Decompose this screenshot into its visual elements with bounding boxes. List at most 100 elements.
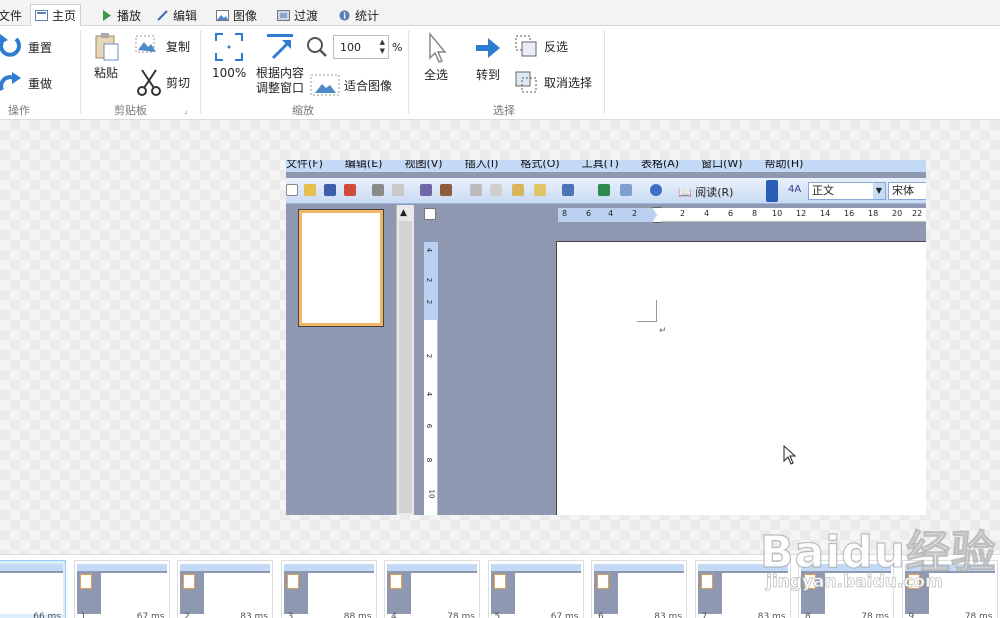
frame-thumbnail — [180, 564, 270, 614]
thumb-page — [514, 573, 581, 614]
magnifier-icon[interactable] — [306, 36, 328, 58]
thumb-page-preview — [390, 574, 402, 589]
filmstrip-frame[interactable]: 6 83 ms — [591, 560, 687, 618]
select-group-label: 选择 — [493, 104, 515, 117]
image-canvas[interactable]: 文件(F) 编辑(E) 视图(V) 插入(I) 格式(O) 工具(T) 表格(A) 窗口(W)… — [0, 120, 1000, 554]
filmstrip-frame[interactable]: 1 67 ms — [73, 560, 170, 618]
thumb-page — [411, 573, 477, 614]
tab-home-label: 主页 — [52, 9, 77, 23]
zoom-value: 100 — [340, 40, 361, 54]
zoom-100-button[interactable]: 100% — [212, 32, 246, 81]
font-value: 宋体 — [892, 184, 914, 197]
thumb-page — [825, 573, 891, 614]
filmstrip-frame[interactable]: 7 83 ms — [694, 560, 791, 618]
thumb-toolbar — [76, 564, 167, 571]
filmstrip-frame[interactable]: 3 88 ms — [280, 560, 377, 618]
right-arrow-icon — [476, 38, 500, 58]
thumb-page-preview — [79, 574, 92, 589]
group-divider — [408, 30, 409, 114]
font-dropdown: 宋体 — [888, 182, 926, 200]
fit-image-button[interactable]: 适合图像 — [310, 74, 392, 96]
zoom-spinbox[interactable]: 100 ▲ ▼ — [333, 35, 389, 59]
filmstrip-frame[interactable]: 2 83 ms — [177, 560, 273, 618]
tab-edit[interactable]: 编辑 — [152, 4, 201, 26]
goto-label: 转到 — [475, 68, 500, 82]
ruler-number: 12 — [796, 209, 807, 218]
word-menu-item: 视图(V) — [404, 160, 443, 170]
deselect-label: 取消选择 — [544, 75, 593, 90]
spin-arrows-icon[interactable]: ▲ ▼ — [380, 38, 385, 56]
goto-button[interactable]: 转到 — [474, 32, 502, 83]
ops-group-label: 操作 — [8, 104, 30, 117]
redo-button[interactable]: 重做 — [0, 70, 52, 96]
zoom-100-label: 100% — [212, 66, 247, 80]
copy-image-icon — [135, 35, 156, 53]
help-icon — [650, 184, 662, 196]
cut-button[interactable]: 剪切 — [136, 68, 190, 96]
ribbon-panel: 重置 重做 操作 粘贴 复制 剪切 剪贴板 ⌟ 100% 根据内容 调整窗口 1… — [0, 26, 1000, 120]
frame-duration: 83 ms — [240, 612, 268, 618]
horizontal-ruler: 8 6 4 2 2 4 6 8 10 12 14 16 18 20 22 — [558, 207, 926, 223]
paragraph-mark: ↵ — [659, 326, 667, 336]
frame-thumbnail — [490, 564, 581, 614]
read-label: 阅读(R) — [695, 186, 734, 199]
frame-thumbnail — [801, 564, 891, 614]
tab-stats[interactable]: 统计 — [334, 4, 383, 26]
tab-image[interactable]: 图像 — [212, 4, 261, 26]
clipboard-expand-icon[interactable]: ⌟ — [184, 106, 188, 115]
thumb-page-preview — [700, 574, 713, 589]
tab-stop-selector — [424, 208, 436, 220]
tab-transition[interactable]: 过渡 — [273, 4, 322, 26]
frame-index: 3 — [287, 612, 294, 618]
fit-window-button[interactable]: 根据内容 调整窗口 — [256, 32, 304, 96]
thumb-toolbar — [904, 564, 995, 571]
fit-image-label: 适合图像 — [344, 78, 393, 93]
frame-thumbnail — [697, 564, 788, 614]
filmstrip-frame[interactable]: 8 78 ms — [798, 560, 894, 618]
chevron-up-icon: ▲ — [400, 208, 407, 218]
frame-index: 9 — [908, 612, 915, 618]
spelling-icon — [420, 184, 432, 196]
format-painter-icon — [534, 184, 546, 196]
tab-transition-label: 过渡 — [294, 8, 319, 23]
actual-size-icon — [215, 33, 244, 61]
deselect-button[interactable]: 取消选择 — [514, 70, 592, 94]
ruler-number: 16 — [844, 209, 855, 218]
filmstrip-frame[interactable]: 66 ms — [0, 560, 66, 618]
tab-file[interactable]: 文件 — [0, 4, 26, 26]
thumb-page — [618, 573, 684, 614]
tab-home[interactable]: 主页 — [30, 4, 82, 27]
undo-icon — [562, 184, 574, 196]
frame-thumbnail — [283, 564, 374, 614]
filmstrip-frame[interactable]: 9 78 ms — [901, 560, 998, 618]
select-all-button[interactable]: 全选 — [424, 32, 448, 83]
thumb-page — [928, 573, 995, 614]
app-window: 文件 主页 播放 编辑 图像 过渡 统计 重置 重做 操作 粘贴 复制 剪切 剪… — [0, 0, 1000, 618]
ruler-number: 4 — [425, 247, 434, 253]
undo-arrow-icon — [0, 34, 21, 57]
thumb-page — [307, 573, 374, 614]
frame-duration: 78 ms — [861, 612, 889, 618]
frame-image: 文件(F) 编辑(E) 视图(V) 插入(I) 格式(O) 工具(T) 表格(A) 窗口(W)… — [286, 160, 926, 515]
ruler-number: 4 — [608, 209, 614, 218]
ruler-number: 2 — [425, 299, 434, 305]
info-icon — [339, 9, 350, 21]
tab-play[interactable]: 播放 — [96, 4, 145, 26]
page-thumbnail — [299, 210, 383, 326]
filmstrip-frame[interactable]: 5 67 ms — [487, 560, 584, 618]
copy-button[interactable]: 复制 — [134, 34, 190, 58]
frame-duration: 83 ms — [757, 612, 786, 618]
paste-button[interactable]: 粘贴 — [92, 32, 120, 81]
reset-button[interactable]: 重置 — [0, 34, 52, 60]
word-scrollbar: ▲ — [396, 205, 414, 515]
ruler-number: 6 — [728, 209, 734, 218]
frame-duration: 67 ms — [550, 612, 579, 618]
scroll-thumb — [399, 221, 412, 513]
filmstrip-frame[interactable]: 4 78 ms — [384, 560, 480, 618]
ruler-number: 2 — [632, 209, 638, 218]
thumb-page-preview — [493, 574, 506, 589]
thumb-toolbar — [490, 564, 581, 571]
group-divider — [200, 30, 201, 114]
invert-selection-button[interactable]: 反选 — [514, 34, 568, 58]
ruler-number: 22 — [912, 209, 923, 218]
